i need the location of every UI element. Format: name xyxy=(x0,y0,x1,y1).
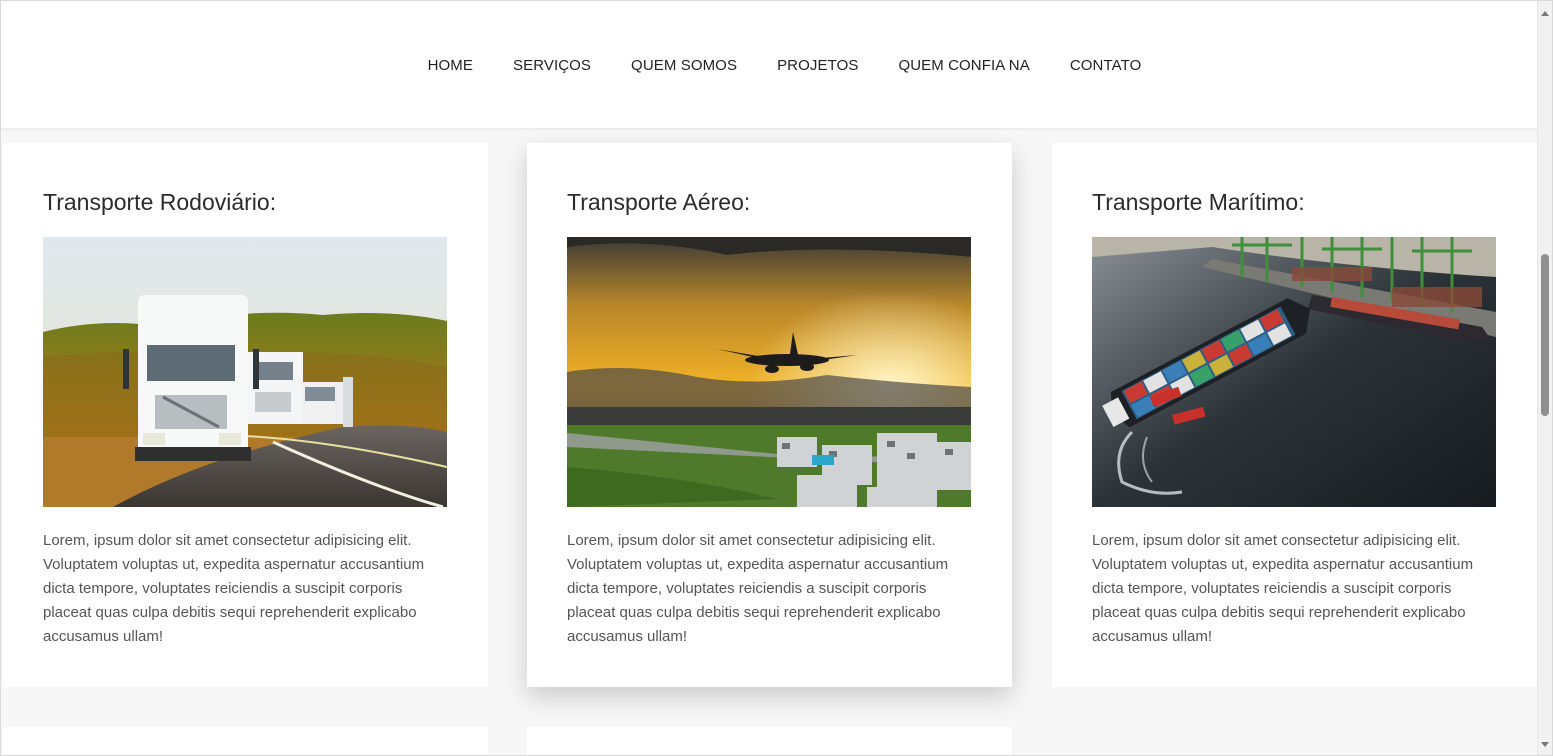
vertical-scrollbar[interactable] xyxy=(1537,1,1552,755)
card-description: Lorem, ipsum dolor sit amet consectetur … xyxy=(567,532,949,645)
card-description: Lorem, ipsum dolor sit amet consectetur … xyxy=(1092,532,1474,645)
top-navbar: HOME SERVIÇOS QUEM SOMOS PROJETOS QUEM C… xyxy=(1,1,1538,128)
ship-image xyxy=(1092,237,1496,507)
next-card-middle xyxy=(527,727,1012,755)
nav-item-projetos[interactable]: PROJETOS xyxy=(777,57,858,74)
nav-item-quem-confia[interactable]: QUEM CONFIA NA xyxy=(898,57,1029,74)
scroll-thumb[interactable] xyxy=(1541,254,1549,416)
scroll-down-arrow-icon[interactable] xyxy=(1541,742,1549,747)
browser-window: HOME SERVIÇOS QUEM SOMOS PROJETOS QUEM C… xyxy=(0,0,1553,756)
nav-item-quem-somos[interactable]: QUEM SOMOS xyxy=(631,57,737,74)
truck-image xyxy=(43,237,447,507)
card-title: Transporte Marítimo: xyxy=(1092,189,1305,215)
card-description: Lorem, ipsum dolor sit amet consectetur … xyxy=(43,532,425,645)
airplane-image xyxy=(567,237,971,507)
card-title: Transporte Aéreo: xyxy=(567,189,751,215)
service-card-road: Transporte Rodoviário: Lorem, ipsum dolo… xyxy=(3,143,488,687)
service-card-air: Transporte Aéreo: Lorem, ipsum dolor sit… xyxy=(527,143,1012,687)
nav-menu: HOME SERVIÇOS QUEM SOMOS PROJETOS QUEM C… xyxy=(428,57,1142,74)
service-card-sea: Transporte Marítimo: Lorem, ipsum dolor … xyxy=(1052,143,1537,687)
nav-item-home[interactable]: HOME xyxy=(428,57,473,74)
card-title: Transporte Rodoviário: xyxy=(43,189,277,215)
nav-item-contato[interactable]: CONTATO xyxy=(1070,57,1142,74)
next-card-left xyxy=(3,727,488,755)
nav-item-servicos[interactable]: SERVIÇOS xyxy=(513,57,591,74)
scroll-up-arrow-icon[interactable] xyxy=(1541,11,1549,16)
